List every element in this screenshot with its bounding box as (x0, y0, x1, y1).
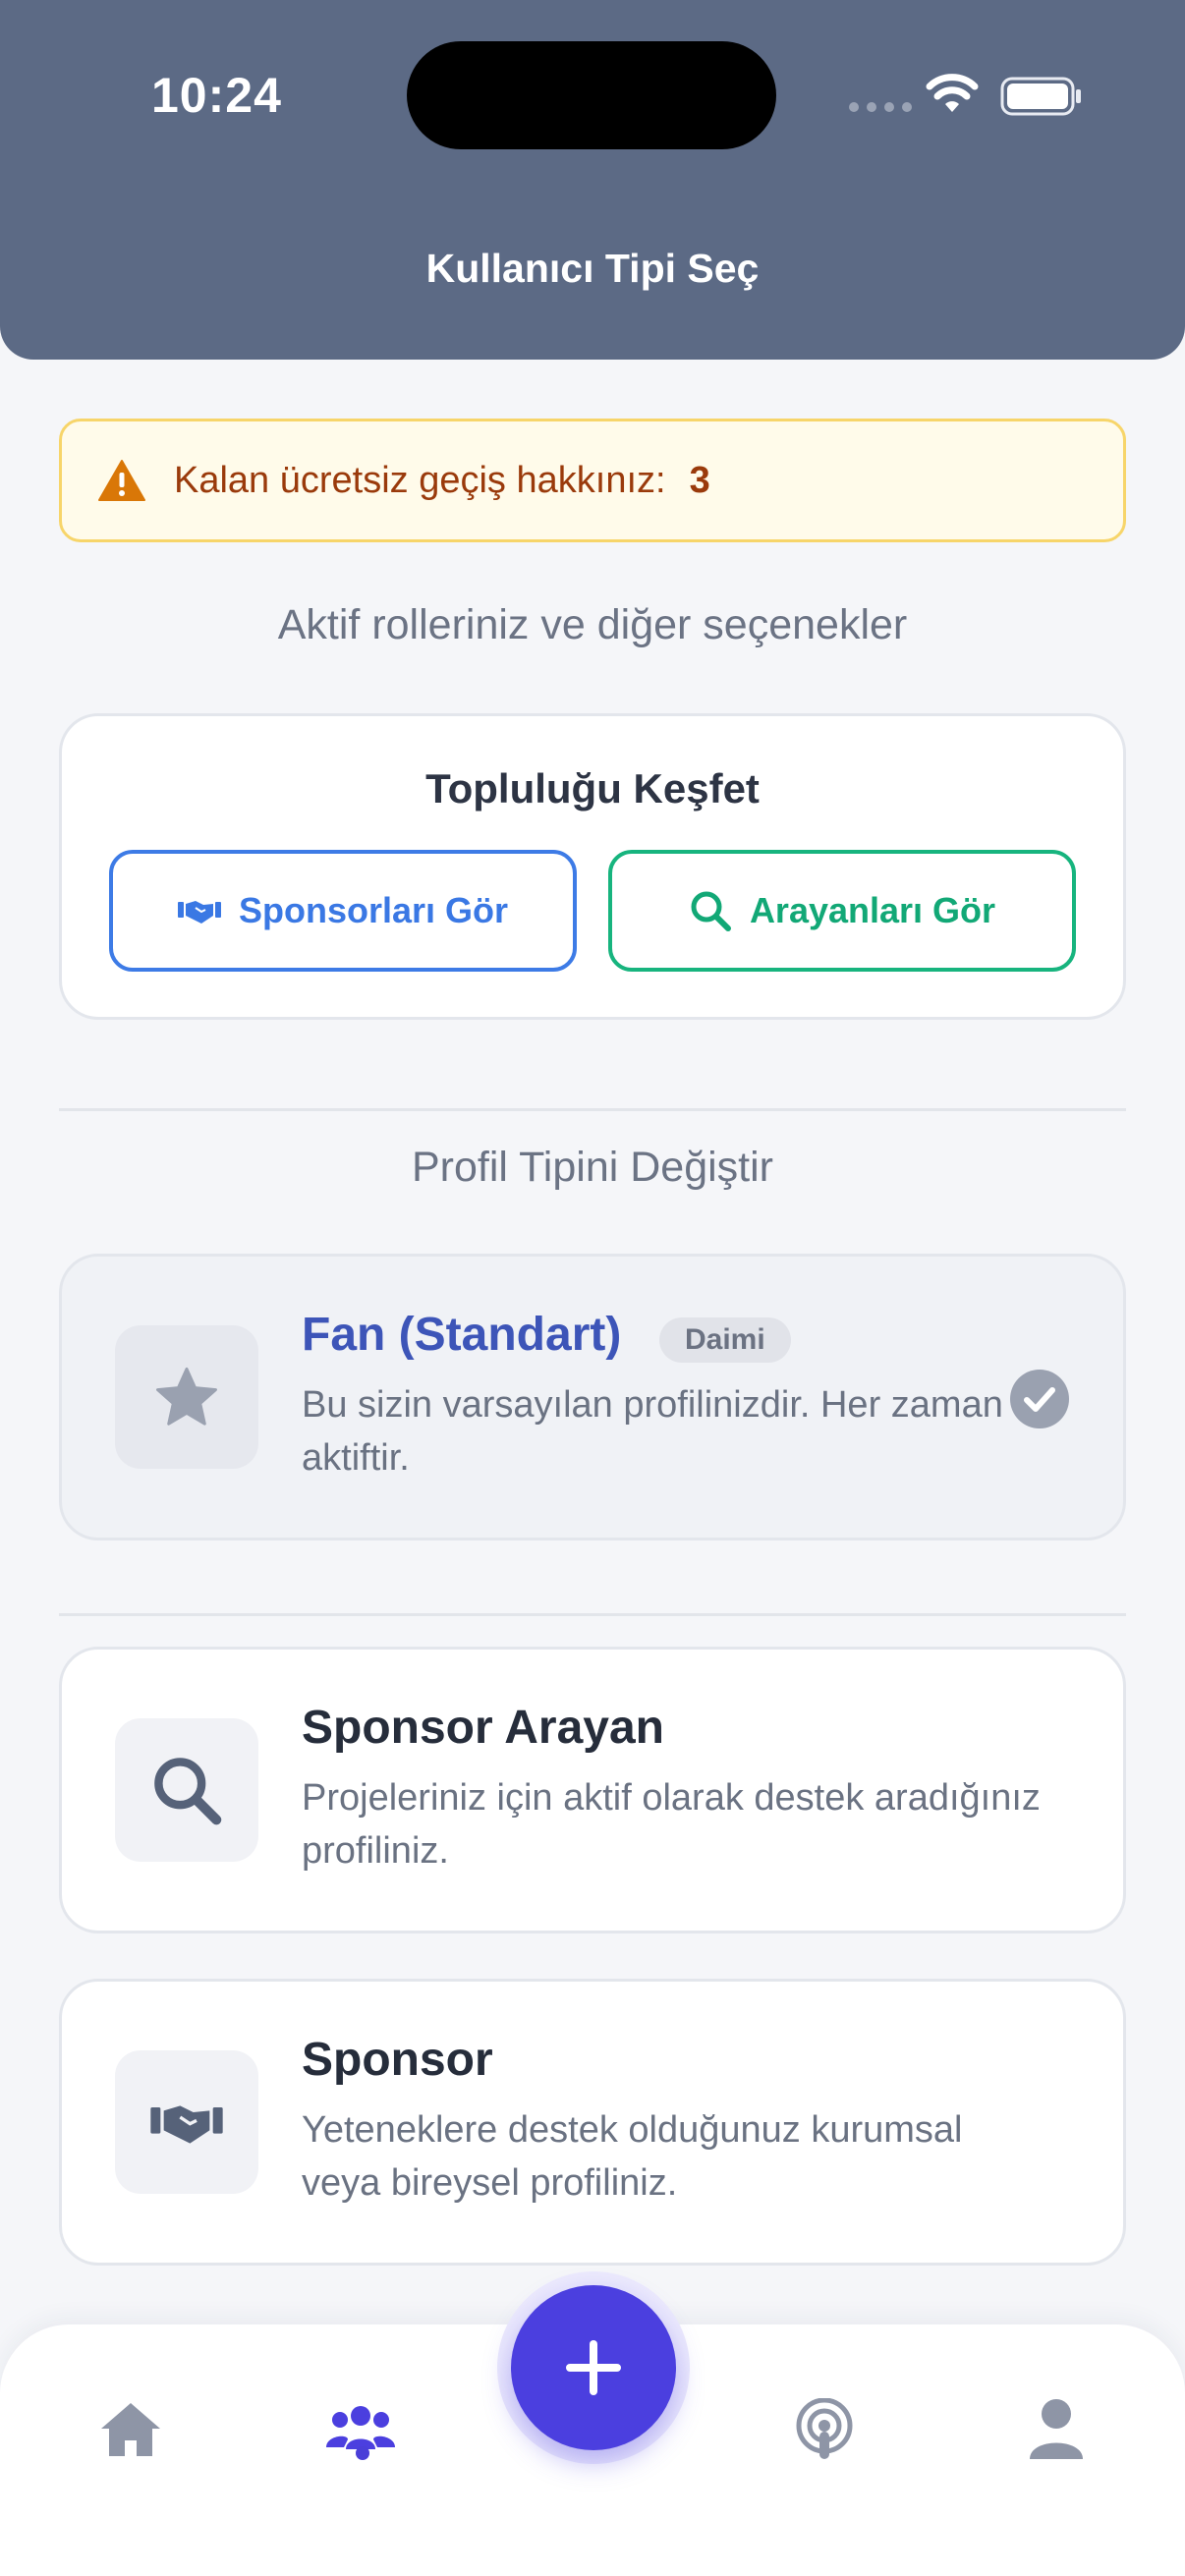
divider (59, 1108, 1126, 1111)
nav-podcast[interactable] (780, 2385, 869, 2474)
remaining-count: 3 (689, 459, 710, 501)
profile-description: Yeteneklere destek olduğunuz kurumsal ve… (302, 2109, 963, 2204)
permanent-badge: Daimi (659, 1317, 791, 1363)
free-switch-warning: Kalan ücretsiz geçiş hakkınız: 3 (59, 419, 1126, 542)
view-sponsors-label: Sponsorları Gör (238, 890, 509, 930)
handshake-icon (115, 2050, 258, 2194)
search-icon (689, 889, 732, 932)
warning-icon (98, 460, 145, 501)
handshake-icon (177, 896, 221, 925)
podcast-icon (796, 2398, 853, 2459)
dynamic-island (407, 41, 776, 149)
discover-community-card: Topluluğu Keşfet Sponsorları Gör Arayanl… (59, 713, 1126, 1020)
view-sponsors-button[interactable]: Sponsorları Gör (109, 850, 577, 972)
battery-icon (1000, 77, 1081, 116)
nav-home[interactable] (86, 2385, 175, 2474)
view-seekers-label: Arayanları Gör (749, 890, 996, 930)
divider (59, 1613, 1126, 1616)
user-icon (1030, 2399, 1083, 2459)
profile-description: Bu sizin varsayılan profilinizdir. Her z… (302, 1384, 1003, 1479)
roles-caption: Aktif rolleriniz ve diğer seçenekler (277, 601, 908, 648)
add-button-circle (511, 2285, 676, 2450)
profile-title: Sponsor (302, 2034, 493, 2086)
page-title: Kullanıcı Tipi Seç (425, 246, 760, 291)
status-time: 10:24 (151, 68, 282, 123)
profile-option-fan[interactable]: Fan (Standart) Daimi Bu sizin varsayılan… (59, 1254, 1126, 1540)
app-header: 10:24 Kullanıcı Tipi Seç (0, 0, 1185, 360)
home-icon (101, 2403, 160, 2456)
discover-title: Topluluğu Keşfet (425, 765, 760, 812)
warning-text: Kalan ücretsiz geçiş hakkınız: (174, 459, 666, 501)
check-circle-icon (1010, 1370, 1069, 1428)
profile-description: Projeleriniz için aktif olarak destek ar… (302, 1777, 1041, 1872)
add-button[interactable] (497, 2271, 690, 2464)
change-profile-caption: Profil Tipini Değiştir (412, 1144, 773, 1191)
screen: 10:24 Kullanıcı Tipi Seç Kalan ücretsiz … (0, 0, 1185, 2576)
view-seekers-button[interactable]: Arayanları Gör (608, 850, 1076, 972)
profile-title: Sponsor Arayan (302, 1702, 664, 1754)
search-icon (115, 1718, 258, 1862)
wifi-icon (926, 74, 979, 112)
nav-profile[interactable] (1012, 2385, 1100, 2474)
profile-title: Fan (Standart) (302, 1309, 622, 1361)
star-icon (115, 1325, 258, 1469)
profile-option-sponsor[interactable]: Sponsor Yeteneklere destek olduğunuz kur… (59, 1979, 1126, 2266)
profile-option-sponsor-seeker[interactable]: Sponsor Arayan Projeleriniz için aktif o… (59, 1647, 1126, 1933)
cellular-signal-icon (849, 102, 912, 112)
active-tab-indicator (356, 2446, 369, 2460)
nav-community[interactable] (316, 2385, 405, 2474)
plus-icon (566, 2340, 621, 2395)
